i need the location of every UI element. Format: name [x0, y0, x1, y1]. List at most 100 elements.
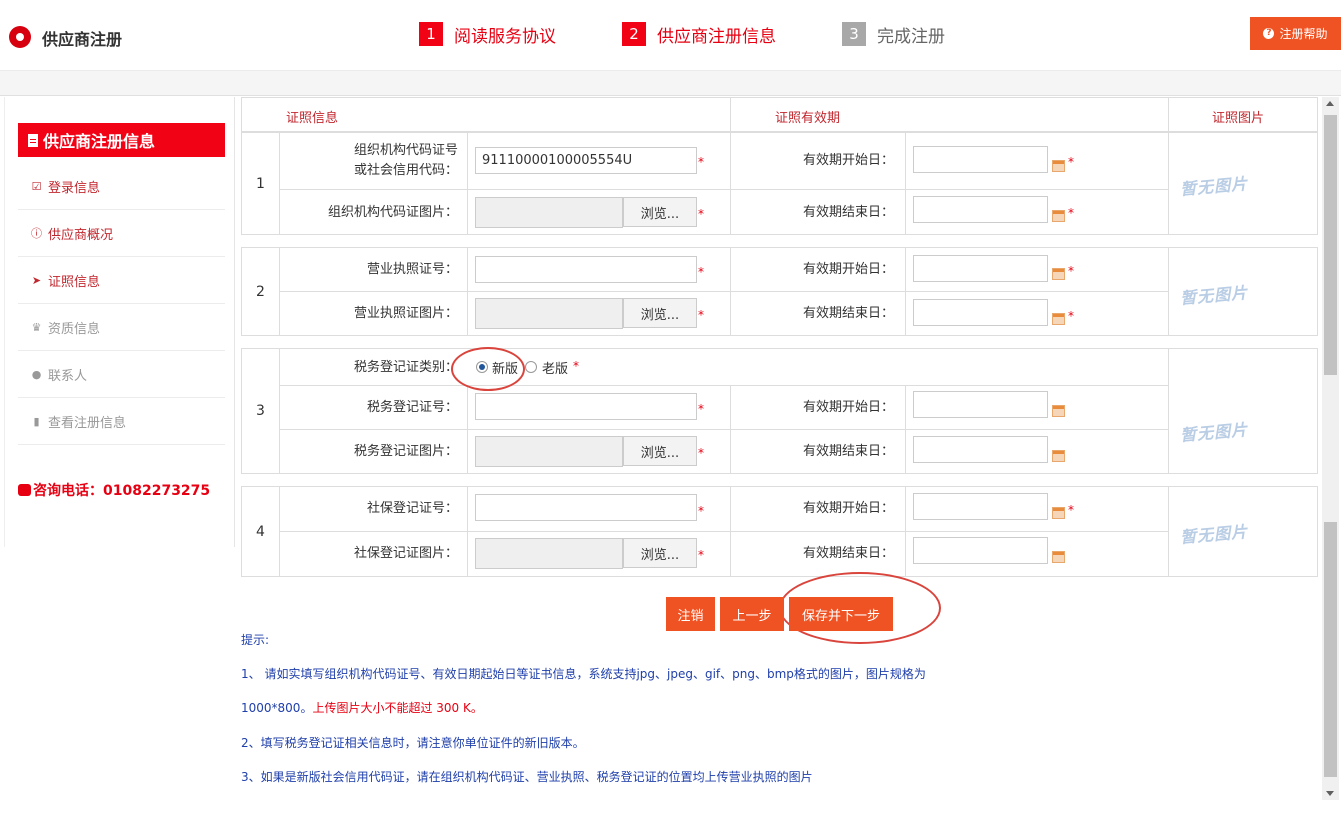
browse-button[interactable]: 浏览...	[623, 298, 697, 328]
required-mark: *	[698, 548, 704, 562]
business-license-image-label: 营业执照证图片：	[353, 306, 458, 321]
group-index: 3	[242, 349, 280, 473]
header-band	[0, 70, 1341, 96]
social-security-image-path	[475, 538, 623, 569]
paper-plane-icon: ➤	[31, 273, 42, 287]
end-date-input[interactable]	[913, 299, 1048, 326]
tax-no-label: 税务登记证号：	[366, 400, 458, 415]
scroll-down-icon[interactable]	[1326, 791, 1334, 796]
business-license-no-input[interactable]	[475, 256, 697, 283]
no-image-placeholder: 暂无图片	[1179, 174, 1249, 199]
calendar-icon[interactable]	[1052, 160, 1065, 172]
help-button[interactable]: ? 注册帮助	[1250, 17, 1341, 50]
tax-type-label: 税务登记证类别：	[353, 360, 458, 375]
end-date-input[interactable]	[913, 537, 1048, 564]
tax-type-old-label: 老版	[542, 362, 569, 377]
required-mark: *	[698, 265, 704, 279]
required-mark: *	[1068, 309, 1074, 323]
calendar-icon[interactable]	[1052, 507, 1065, 519]
scroll-thumb-lower[interactable]	[1324, 522, 1337, 777]
end-date-input[interactable]	[913, 436, 1048, 463]
prev-step-button[interactable]: 上一步	[720, 597, 784, 631]
start-date-input[interactable]	[913, 255, 1048, 282]
bookmark-icon: ▮	[33, 414, 40, 428]
license-group-2: 2 营业执照证号： * 营业执照证图片： 浏览... * 有效期开始日： * 有…	[241, 247, 1318, 336]
step-label: 完成注册	[877, 26, 945, 47]
help-label: 注册帮助	[1279, 27, 1328, 41]
group-index: 4	[242, 487, 280, 576]
sidebar-item-label: 资质信息	[48, 321, 101, 337]
start-date-input[interactable]	[913, 493, 1048, 520]
header-validity: 证照有效期	[775, 111, 841, 126]
start-date-label: 有效期开始日：	[802, 153, 894, 168]
browse-button[interactable]: 浏览...	[623, 538, 697, 568]
calendar-icon[interactable]	[1052, 313, 1065, 325]
tip-line-3: 3、如果是新版社会信用代码证，请在组织机构代码证、营业执照、税务登记证的位置均上…	[241, 770, 813, 784]
social-security-no-input[interactable]	[475, 494, 697, 521]
scroll-up-icon[interactable]	[1326, 101, 1334, 106]
required-mark: *	[698, 402, 704, 416]
calendar-icon[interactable]	[1052, 268, 1065, 280]
sidebar-item-view-registration[interactable]: ▮ 查看注册信息	[18, 398, 225, 445]
tax-type-old-radio[interactable]	[525, 361, 537, 373]
tips-title: 提示:	[241, 633, 270, 647]
no-image-placeholder: 暂无图片	[1179, 283, 1249, 308]
check-square-icon: ☑	[31, 179, 42, 193]
business-license-image-path	[475, 298, 623, 329]
group-index: 1	[242, 133, 280, 234]
calendar-icon[interactable]	[1052, 450, 1065, 462]
calendar-icon[interactable]	[1052, 405, 1065, 417]
sidebar-item-license-info[interactable]: ➤ 证照信息	[18, 257, 225, 304]
header-image: 证照图片	[1212, 111, 1265, 126]
tax-no-input[interactable]	[475, 393, 697, 420]
save-next-button[interactable]: 保存并下一步	[789, 597, 893, 631]
org-code-image-path	[475, 197, 623, 228]
document-icon	[28, 133, 38, 147]
step-2: 2 供应商注册信息	[622, 22, 776, 47]
browse-button[interactable]: 浏览...	[623, 436, 697, 466]
consult-phone: 咨询电话：01082273275	[18, 480, 210, 500]
start-date-label: 有效期开始日：	[802, 501, 894, 516]
sidebar-item-contact[interactable]: ● 联系人	[18, 351, 225, 398]
sidebar-item-qualification[interactable]: ♛ 资质信息	[18, 304, 225, 351]
end-date-input[interactable]	[913, 196, 1048, 223]
sidebar: 供应商注册信息 ☑ 登录信息 ⓘ 供应商概况 ➤ 证照信息 ♛ 资质信息 ● 联…	[4, 97, 235, 547]
header-license-info: 证照信息	[286, 111, 339, 126]
sidebar-title: 供应商注册信息	[18, 123, 225, 157]
required-mark: *	[698, 207, 704, 221]
step-3: 3 完成注册	[842, 22, 945, 47]
sidebar-item-label: 查看注册信息	[48, 415, 127, 431]
no-image-placeholder: 暂无图片	[1179, 522, 1249, 547]
license-group-4: 4 社保登记证号： * 社保登记证图片： 浏览... * 有效期开始日： * 有…	[241, 486, 1318, 577]
cancel-button[interactable]: 注销	[666, 597, 715, 631]
end-date-label: 有效期结束日：	[802, 205, 894, 220]
step-label: 供应商注册信息	[657, 26, 776, 47]
required-mark: *	[1068, 155, 1074, 169]
scroll-thumb[interactable]	[1324, 115, 1337, 375]
sidebar-item-label: 登录信息	[48, 180, 101, 196]
tip-line-2: 2、填写税务登记证相关信息时，请注意你单位证件的新旧版本。	[241, 736, 585, 750]
calendar-icon[interactable]	[1052, 210, 1065, 222]
license-group-1: 1 组织机构代码证号 或社会信用代码： * 组织机构代码证图片： 浏览... *…	[241, 132, 1318, 235]
question-icon: ?	[1263, 28, 1275, 39]
required-mark: *	[698, 308, 704, 322]
required-mark: *	[698, 155, 704, 169]
org-code-image-label: 组织机构代码证图片：	[327, 205, 458, 220]
start-date-input[interactable]	[913, 391, 1048, 418]
logo-icon	[9, 26, 31, 48]
sidebar-item-supplier-overview[interactable]: ⓘ 供应商概况	[18, 210, 225, 257]
no-image-placeholder: 暂无图片	[1179, 420, 1249, 445]
org-code-input[interactable]	[475, 147, 697, 174]
tip-line-1b: 1000*800。上传图片大小不能超过 300 K。	[241, 701, 483, 715]
header: 供应商注册 1 阅读服务协议 2 供应商注册信息 3 完成注册 ? 注册帮助	[0, 0, 1341, 70]
sidebar-item-login-info[interactable]: ☑ 登录信息	[18, 163, 225, 210]
page-title: 供应商注册	[42, 30, 123, 49]
social-security-no-label: 社保登记证号：	[366, 501, 458, 516]
vertical-scrollbar[interactable]	[1322, 97, 1339, 800]
sidebar-item-label: 供应商概况	[48, 227, 114, 243]
calendar-icon[interactable]	[1052, 551, 1065, 563]
end-date-label: 有效期结束日：	[802, 306, 894, 321]
start-date-input[interactable]	[913, 146, 1048, 173]
browse-button[interactable]: 浏览...	[623, 197, 697, 227]
required-mark: *	[573, 359, 579, 373]
